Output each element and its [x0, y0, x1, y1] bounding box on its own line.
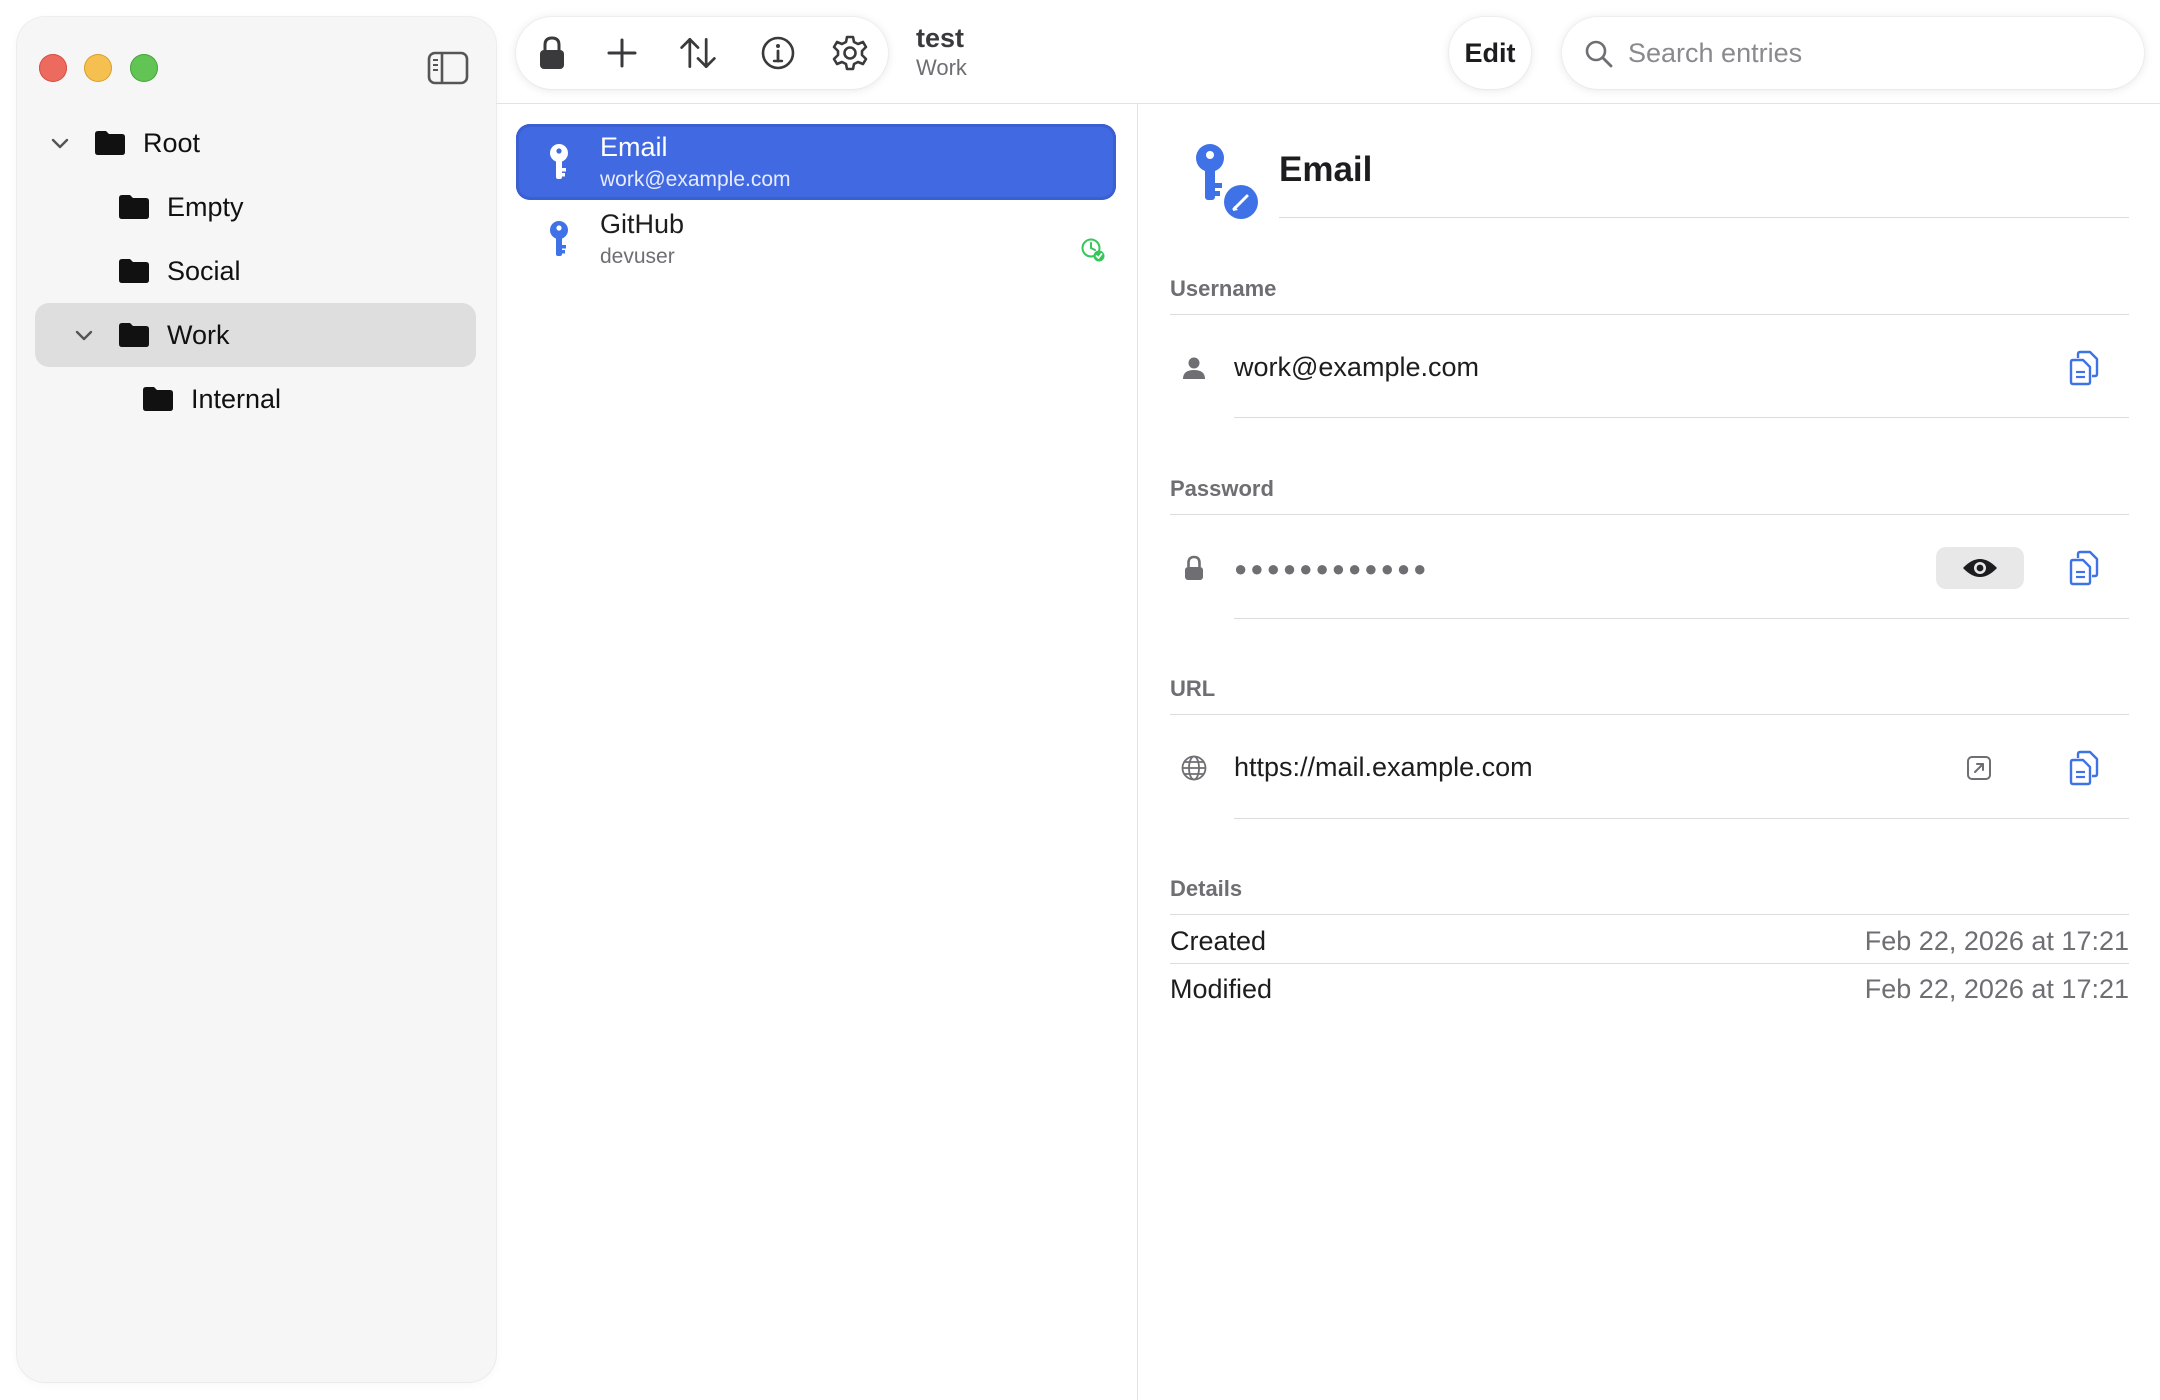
entry-subtitle: work@example.com	[600, 168, 791, 191]
field-divider	[1234, 417, 2129, 418]
sidebar-item-label: Social	[167, 255, 241, 286]
row-divider	[1170, 963, 2129, 964]
sidebar-item-work[interactable]: Work	[35, 303, 476, 367]
created-value: Feb 22, 2026 at 17:21	[1864, 926, 2129, 956]
add-entry-button[interactable]	[602, 33, 642, 73]
sidebar-item-label: Work	[167, 319, 230, 350]
open-url-icon[interactable]	[1966, 755, 1992, 781]
search-input[interactable]	[1628, 31, 2118, 75]
search-icon	[1585, 40, 1613, 68]
entry-title: GitHub	[600, 209, 685, 239]
otp-clock-icon	[1081, 238, 1105, 262]
entry-title: Email	[600, 132, 668, 162]
copy-username-icon[interactable]	[2068, 350, 2100, 386]
field-divider	[1234, 818, 2129, 819]
entry-detail-title: Email	[1279, 150, 1373, 189]
section-divider	[1170, 914, 2129, 915]
folder-icon	[95, 131, 125, 155]
title-divider	[1279, 217, 2129, 218]
copy-password-icon[interactable]	[2068, 550, 2100, 586]
window-title-block: test Work	[916, 22, 967, 82]
chevron-down-icon[interactable]	[73, 324, 95, 346]
search-field[interactable]	[1562, 17, 2144, 89]
close-window-button[interactable]	[39, 54, 67, 82]
section-divider	[1170, 514, 2129, 515]
lock-icon	[540, 36, 564, 69]
sidebar-item-social[interactable]: Social	[35, 239, 476, 303]
folder-icon	[119, 195, 149, 219]
sidebar-toggle-icon[interactable]	[427, 50, 469, 86]
username-section-label: Username	[1170, 276, 1277, 301]
info-icon	[761, 36, 795, 70]
url-section-label: URL	[1170, 676, 1216, 701]
created-label: Created	[1170, 926, 1267, 956]
password-value[interactable]: ●●●●●●●●●●●●	[1234, 556, 1429, 582]
details-section-label: Details	[1170, 876, 1243, 901]
password-section-label: Password	[1170, 476, 1274, 501]
copy-url-icon[interactable]	[2068, 750, 2100, 786]
sidebar-item-label: Root	[143, 127, 201, 158]
zoom-window-button[interactable]	[130, 54, 158, 82]
database-title: test	[916, 23, 965, 53]
folder-icon	[143, 387, 173, 411]
group-tree: Root Empty Social Work Internal	[35, 111, 476, 431]
url-value[interactable]: https://mail.example.com	[1234, 752, 1533, 783]
info-button[interactable]	[758, 33, 798, 73]
modified-value: Feb 22, 2026 at 17:21	[1864, 974, 2129, 1004]
edit-button[interactable]: Edit	[1449, 17, 1531, 89]
key-icon	[550, 221, 568, 256]
person-icon	[1183, 357, 1205, 379]
sort-icon	[680, 37, 716, 68]
lock-icon	[1185, 555, 1203, 580]
chevron-down-icon[interactable]	[49, 132, 71, 154]
sidebar-item-label: Internal	[191, 383, 282, 414]
current-group-subtitle: Work	[916, 55, 967, 80]
sidebar-item-internal[interactable]: Internal	[35, 367, 476, 431]
plus-icon	[607, 38, 637, 68]
reveal-password-button[interactable]	[1936, 547, 2024, 589]
field-divider	[1234, 618, 2129, 619]
folder-icon	[119, 323, 149, 347]
sort-button[interactable]	[678, 33, 718, 73]
section-divider	[1170, 714, 2129, 715]
entry-subtitle: devuser	[600, 245, 675, 268]
sidebar: Root Empty Social Work Internal	[17, 17, 496, 1382]
settings-button[interactable]	[830, 33, 870, 73]
key-icon	[550, 144, 568, 179]
modified-label: Modified	[1170, 974, 1273, 1004]
folder-icon	[119, 259, 149, 283]
sidebar-item-empty[interactable]: Empty	[35, 175, 476, 239]
minimize-window-button[interactable]	[84, 54, 112, 82]
entry-row-email[interactable]: Email work@example.com	[516, 124, 1116, 200]
sidebar-item-root[interactable]: Root	[35, 111, 476, 175]
sidebar-item-label: Empty	[167, 191, 244, 222]
entry-key-edit-icon	[1196, 144, 1260, 221]
eye-icon	[1963, 559, 1997, 577]
toolbar-group	[516, 17, 888, 89]
section-divider	[1170, 314, 2129, 315]
pane-divider[interactable]	[1137, 103, 1138, 1400]
gear-icon	[832, 35, 868, 71]
globe-icon	[1181, 755, 1207, 781]
username-value[interactable]: work@example.com	[1234, 352, 1479, 383]
lock-database-button[interactable]	[532, 33, 572, 73]
entry-row-github[interactable]: GitHub devuser	[516, 201, 1116, 277]
toolbar-divider	[496, 103, 2160, 104]
